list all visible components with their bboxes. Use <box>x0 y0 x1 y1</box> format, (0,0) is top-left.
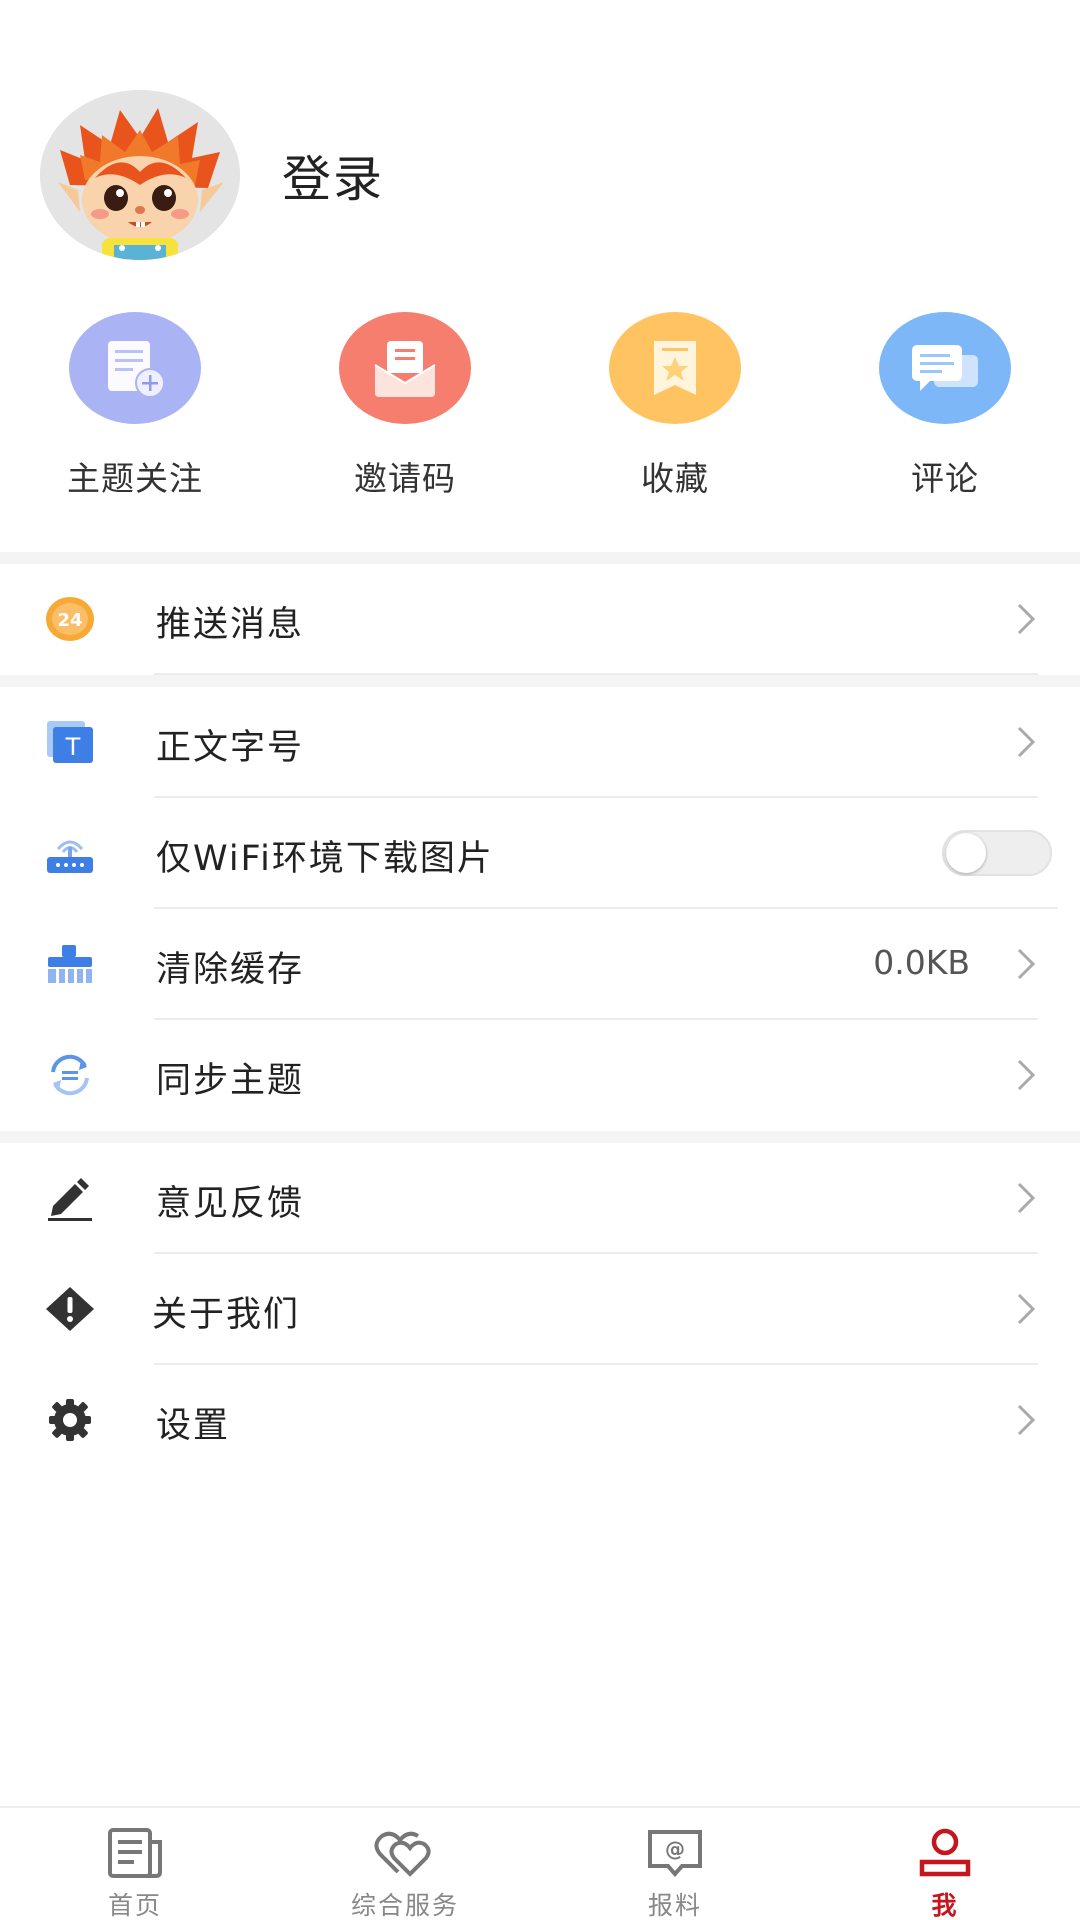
sync-topics-label: 同步主题 <box>156 1061 305 1101</box>
tab-services[interactable]: 综合服务 <box>270 1808 540 1920</box>
user-icon <box>919 1828 971 1877</box>
tab-home-label: 首页 <box>107 1891 162 1920</box>
toggle-knob <box>946 833 986 873</box>
at-message-icon: @ <box>648 1830 702 1878</box>
pencil-icon <box>42 1173 98 1223</box>
wifi-images-row: 仅WiFi环境下载图片 <box>0 798 1080 909</box>
bottom-tab-bar: 首页 综合服务 @ 报料 我 <box>0 1806 1080 1920</box>
chevron-right-icon <box>1017 603 1036 635</box>
chevron-right-icon <box>1017 948 1036 980</box>
chevron-right-icon <box>1017 1404 1036 1436</box>
section-divider <box>0 1131 1080 1143</box>
topic-follow-label: 主题关注 <box>67 459 203 498</box>
quick-actions: 主题关注 邀请码 收藏 评论 <box>0 300 1080 550</box>
tab-home[interactable]: 首页 <box>0 1808 270 1920</box>
settings-label: 设置 <box>156 1406 231 1446</box>
tab-report[interactable]: @ 报料 <box>540 1808 810 1920</box>
warning-diamond-icon <box>42 1284 98 1334</box>
broom-icon <box>42 939 98 989</box>
chevron-right-icon <box>1017 1059 1036 1091</box>
font-size-row[interactable]: T 正文字号 <box>0 687 1080 798</box>
topic-follow-icon <box>69 312 201 424</box>
hearts-icon <box>374 1831 431 1877</box>
svg-text:@: @ <box>665 1837 685 1861</box>
newspaper-icon <box>108 1828 162 1878</box>
favorites-button[interactable]: 收藏 <box>560 300 790 510</box>
wifi-images-toggle[interactable] <box>942 830 1052 876</box>
invite-code-label: 邀请码 <box>354 459 456 498</box>
tab-me[interactable]: 我 <box>810 1808 1080 1920</box>
section-divider <box>0 552 1080 564</box>
about-us-row[interactable]: 关于我们 <box>0 1254 1080 1365</box>
svg-text:T: T <box>65 733 81 761</box>
font-size-label: 正文字号 <box>156 728 305 768</box>
comments-label: 评论 <box>911 459 979 498</box>
cache-size-value: 0.0KB <box>873 943 970 982</box>
clear-cache-label: 清除缓存 <box>156 950 305 990</box>
favorites-icon <box>609 312 741 424</box>
chevron-right-icon <box>1017 726 1036 758</box>
24-hour-icon: 24 <box>42 594 98 644</box>
invite-code-icon <box>339 312 471 424</box>
comments-icon <box>879 312 1011 424</box>
section-divider <box>0 675 1080 687</box>
wifi-images-label: 仅WiFi环境下载图片 <box>156 839 494 879</box>
tab-me-label: 我 <box>931 1891 959 1920</box>
router-icon <box>42 828 98 878</box>
avatar[interactable] <box>40 90 240 260</box>
tab-report-label: 报料 <box>647 1891 702 1920</box>
login-link[interactable]: 登录 <box>282 140 384 211</box>
push-messages-row[interactable]: 24 推送消息 <box>0 564 1080 675</box>
feedback-label: 意见反馈 <box>156 1184 305 1224</box>
sync-icon <box>42 1050 98 1100</box>
text-size-icon: T <box>42 717 98 767</box>
profile-header: 登录 <box>0 0 1080 280</box>
chevron-right-icon <box>1017 1182 1036 1214</box>
push-messages-label: 推送消息 <box>156 605 305 645</box>
invite-code-button[interactable]: 邀请码 <box>290 300 520 510</box>
about-us-label: 关于我们 <box>152 1295 301 1335</box>
feedback-row[interactable]: 意见反馈 <box>0 1143 1080 1254</box>
favorites-label: 收藏 <box>641 459 709 498</box>
clear-cache-row[interactable]: 清除缓存 0.0KB <box>0 909 1080 1020</box>
chevron-right-icon <box>1017 1293 1036 1325</box>
gear-icon <box>42 1395 98 1445</box>
comments-button[interactable]: 评论 <box>830 300 1060 510</box>
sync-topics-row[interactable]: 同步主题 <box>0 1020 1080 1131</box>
settings-row[interactable]: 设置 <box>0 1365 1080 1476</box>
tab-services-label: 综合服务 <box>350 1891 459 1920</box>
topic-follow-button[interactable]: 主题关注 <box>20 300 250 510</box>
mascot-avatar-image <box>40 90 240 260</box>
svg-text:24: 24 <box>57 610 82 631</box>
